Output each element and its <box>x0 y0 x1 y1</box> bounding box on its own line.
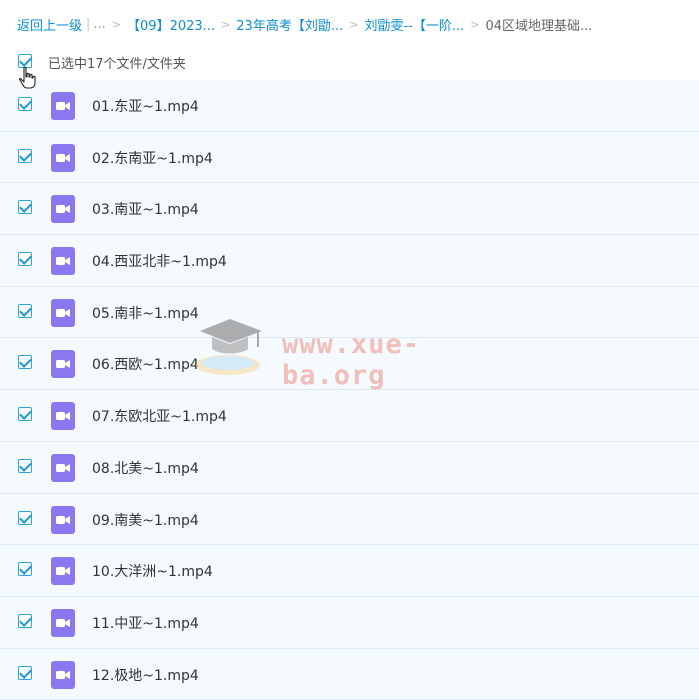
video-file-icon <box>51 92 75 120</box>
breadcrumb-divider: | <box>86 16 91 32</box>
file-name: 05.南非~1.mp4 <box>92 305 199 322</box>
breadcrumb-current: 04区域地理基础... <box>485 18 593 34</box>
file-row[interactable]: 02.东南亚~1.mp4 <box>0 131 699 184</box>
file-row[interactable]: 08.北美~1.mp4 <box>0 441 699 494</box>
file-name: 06.西欧~1.mp4 <box>92 357 199 374</box>
file-name: 01.东亚~1.mp4 <box>92 99 199 115</box>
selection-count-label: 已选中17个文件/文件夹 <box>48 57 186 72</box>
file-checkbox[interactable] <box>18 303 32 318</box>
breadcrumb-item-1[interactable]: 【09】2023... <box>127 15 215 34</box>
breadcrumb-item-3[interactable]: 刘勖雯--【一阶... <box>364 15 464 34</box>
breadcrumb-separator: > <box>470 17 480 31</box>
file-row[interactable]: 04.西亚北非~1.mp4 <box>0 235 699 287</box>
video-file-icon <box>51 350 75 379</box>
file-checkbox[interactable] <box>18 613 32 628</box>
file-name: 08.北美~1.mp4 <box>92 460 199 477</box>
file-row[interactable]: 07.东欧北亚~1.mp4 <box>0 390 699 442</box>
file-checkbox[interactable] <box>18 665 32 680</box>
file-name: 10.大洋洲~1.mp4 <box>92 564 213 581</box>
file-name: 04.西亚北非~1.mp4 <box>92 254 227 271</box>
file-checkbox[interactable] <box>18 148 32 163</box>
hand-cursor-icon <box>19 66 36 89</box>
video-file-icon <box>51 608 75 637</box>
file-name: 03.南亚~1.mp4 <box>92 202 199 219</box>
file-name: 11.中亚~1.mp4 <box>92 615 199 632</box>
video-file-icon <box>51 453 75 482</box>
video-file-icon <box>51 247 75 276</box>
file-row[interactable]: 05.南非~1.mp4 <box>0 286 699 339</box>
file-row[interactable]: 10.大洋洲~1.mp4 <box>0 545 699 597</box>
file-row[interactable]: 12.极地~1.mp4 <box>0 648 699 700</box>
breadcrumb-separator: > <box>111 17 122 31</box>
file-checkbox[interactable] <box>18 200 32 215</box>
breadcrumb-separator: > <box>349 17 359 31</box>
file-checkbox[interactable] <box>18 407 32 422</box>
file-name: 12.极地~1.mp4 <box>92 667 199 684</box>
breadcrumb-item-2[interactable]: 23年高考【刘勖... <box>236 15 343 34</box>
file-checkbox[interactable] <box>18 355 32 370</box>
file-checkbox[interactable] <box>18 562 32 577</box>
video-file-icon <box>51 195 75 224</box>
breadcrumb-ellipsis[interactable]: ... <box>93 17 105 32</box>
breadcrumb: 返回上一级 | ... > 【09】2023... > 23年高考【刘勖... … <box>17 14 695 34</box>
file-row[interactable]: 06.西欧~1.mp4 <box>0 338 699 391</box>
file-checkbox[interactable] <box>18 97 32 111</box>
file-row[interactable]: 03.南亚~1.mp4 <box>0 183 699 236</box>
video-file-icon <box>51 298 75 327</box>
file-list: 01.东亚~1.mp4 02.东南亚~1.mp4 03.南亚~1.mp4 04.… <box>0 80 699 700</box>
file-name: 02.东南亚~1.mp4 <box>92 150 213 167</box>
video-file-icon <box>51 557 75 586</box>
file-row[interactable]: 11.中亚~1.mp4 <box>0 596 699 649</box>
breadcrumb-separator: > <box>221 17 231 31</box>
video-file-icon <box>51 143 75 172</box>
video-file-icon <box>51 505 75 534</box>
file-name: 09.南美~1.mp4 <box>92 512 199 529</box>
file-checkbox[interactable] <box>18 510 32 525</box>
file-row[interactable]: 01.东亚~1.mp4 <box>0 80 699 132</box>
file-name: 07.东欧北亚~1.mp4 <box>92 409 227 426</box>
file-checkbox[interactable] <box>18 252 32 267</box>
video-file-icon <box>51 660 75 689</box>
file-row[interactable]: 09.南美~1.mp4 <box>0 493 699 546</box>
video-file-icon <box>51 402 75 431</box>
selection-bar: 已选中17个文件/文件夹 <box>0 46 699 80</box>
file-checkbox[interactable] <box>18 458 32 473</box>
back-link[interactable]: 返回上一级 <box>17 15 82 34</box>
